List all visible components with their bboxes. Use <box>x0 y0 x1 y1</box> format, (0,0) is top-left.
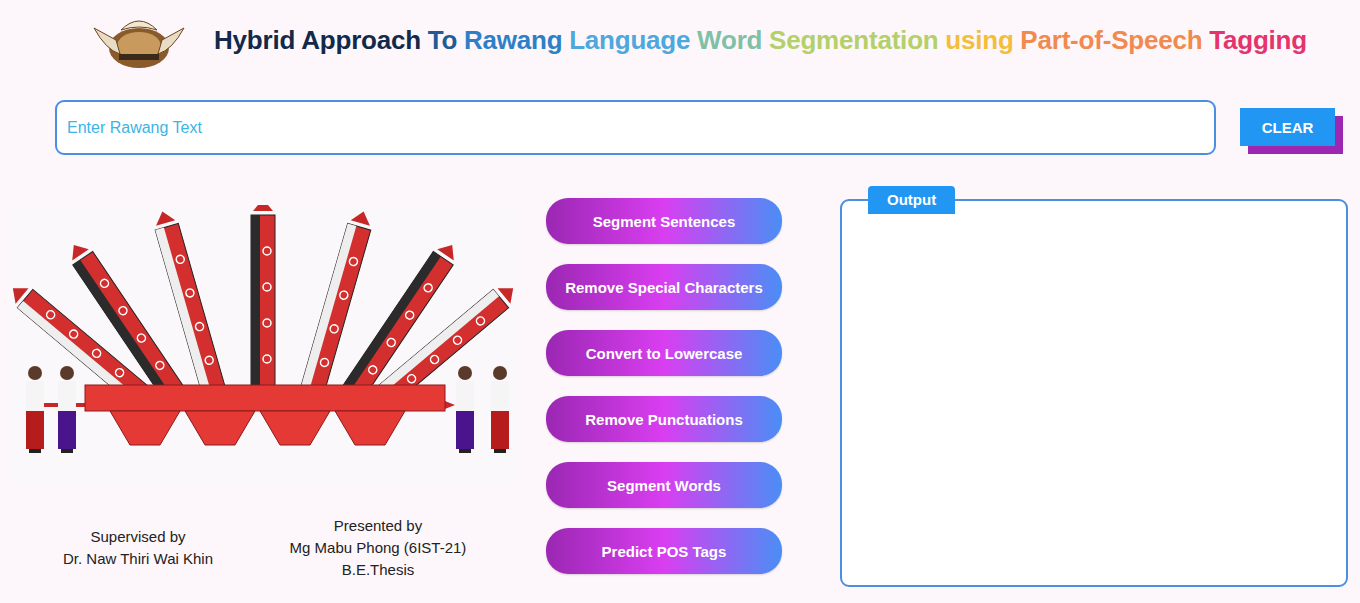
action-buttons: Segment Sentences Remove Special Characte… <box>546 198 782 587</box>
page-title: Hybrid ApproachToRawangLanguageWordSegme… <box>214 25 1307 56</box>
input-row: CLEAR <box>0 100 1360 155</box>
headdress-logo-icon <box>86 10 192 70</box>
action-button[interactable]: Predict POS Tags <box>546 528 782 574</box>
supervisor-name: Dr. Naw Thiri Wai Khin <box>10 548 266 570</box>
title-word: Word <box>697 25 762 56</box>
supervisor-credit: Supervised byDr. Naw Thiri Wai Khin <box>10 526 266 570</box>
title-word: Part-of-Speech <box>1020 25 1202 56</box>
left-column: Supervised byDr. Naw Thiri Wai KhinPrese… <box>10 186 520 587</box>
action-button[interactable]: Convert to Lowercase <box>546 330 782 376</box>
presented-label: Presented by <box>266 515 490 537</box>
clear-button[interactable]: CLEAR <box>1240 108 1335 146</box>
title-word: Segmentation <box>769 25 939 56</box>
supervised-label: Supervised by <box>10 526 266 548</box>
title-word: To <box>428 25 457 56</box>
output-label: Output <box>868 186 955 214</box>
main-area: Supervised byDr. Naw Thiri Wai KhinPrese… <box>0 186 1360 587</box>
output-box <box>840 199 1348 587</box>
action-button[interactable]: Remove Punctuations <box>546 396 782 442</box>
title-word: Language <box>569 25 690 56</box>
title-word: Tagging <box>1209 25 1307 56</box>
output-panel: Output <box>840 199 1348 587</box>
manau-poles-illustration <box>10 205 520 485</box>
credits: Supervised byDr. Naw Thiri Wai KhinPrese… <box>10 515 520 581</box>
clear-button-wrap: CLEAR <box>1240 108 1335 146</box>
presenter-credit: Presented byMg Mabu Phong (6IST-21)B.E.T… <box>266 515 490 581</box>
presenter-name: Mg Mabu Phong (6IST-21) <box>266 537 490 559</box>
title-word: Hybrid Approach <box>214 25 421 56</box>
title-word: Rawang <box>464 25 562 56</box>
action-button[interactable]: Segment Sentences <box>546 198 782 244</box>
title-word: using <box>945 25 1013 56</box>
rawang-text-input[interactable] <box>55 100 1216 155</box>
degree: B.E.Thesis <box>266 559 490 581</box>
action-button[interactable]: Segment Words <box>546 462 782 508</box>
action-button[interactable]: Remove Special Characters <box>546 264 782 310</box>
header: Hybrid ApproachToRawangLanguageWordSegme… <box>0 0 1360 80</box>
